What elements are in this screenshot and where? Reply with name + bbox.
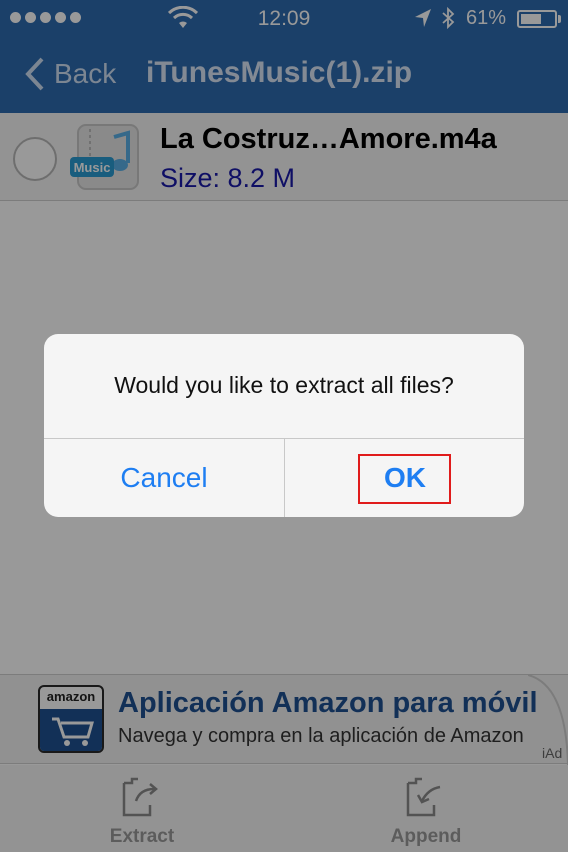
cancel-button[interactable]: Cancel (44, 439, 284, 517)
ok-highlight-box (358, 454, 451, 504)
dialog-message: Would you like to extract all files? (114, 372, 454, 398)
extract-dialog: Would you like to extract all files? Can… (44, 334, 524, 517)
